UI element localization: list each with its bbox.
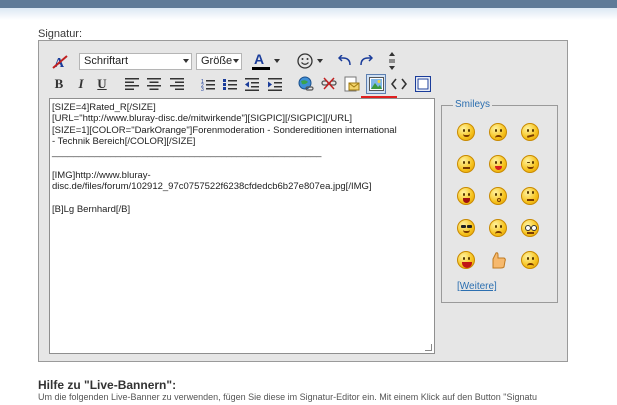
chevron-down-icon <box>183 59 189 63</box>
toggle-source-mode-button[interactable] <box>414 75 432 93</box>
align-center-button[interactable] <box>146 76 162 92</box>
unlink-icon <box>321 77 337 90</box>
smiley-cool-icon[interactable] <box>457 219 475 237</box>
align-right-icon <box>170 78 184 90</box>
top-bar <box>0 0 617 8</box>
editor-line: disc.de/files/forum/102912_97c0757522f62… <box>52 181 372 193</box>
chevron-down-icon <box>274 59 280 63</box>
svg-text:3: 3 <box>201 87 204 91</box>
image-icon <box>368 77 384 91</box>
smiley-rolleyes-icon[interactable] <box>521 187 539 205</box>
font-color-button[interactable]: A <box>250 50 272 72</box>
more-smileys-link[interactable]: [Weitere] <box>457 281 497 292</box>
ordered-list-button[interactable]: 123 <box>200 76 216 92</box>
resize-vertical-icon <box>389 52 395 70</box>
font-size-select[interactable]: Größe <box>196 53 242 70</box>
signature-text-input[interactable]: [SIZE=4]Rated_R[/SIZE] [URL="http://www.… <box>49 98 435 354</box>
redo-icon <box>360 55 373 66</box>
font-color-icon: A <box>252 51 270 70</box>
align-right-button[interactable] <box>169 76 185 92</box>
redo-button[interactable] <box>357 53 375 69</box>
email-icon <box>344 76 360 92</box>
outdent-button[interactable] <box>244 76 260 92</box>
font-family-select[interactable]: Schriftart <box>79 53 192 70</box>
smiley-crying-icon[interactable] <box>489 219 507 237</box>
unordered-list-button[interactable] <box>222 76 238 92</box>
chevron-down-icon <box>233 59 239 63</box>
align-center-icon <box>147 78 161 90</box>
font-family-value: Schriftart <box>84 55 129 67</box>
italic-label: I <box>78 76 84 91</box>
thumbs-up-icon[interactable] <box>489 251 507 269</box>
smiley-neutral-icon[interactable] <box>457 155 475 173</box>
source-mode-icon <box>415 76 431 92</box>
font-size-value: Größe <box>201 55 233 67</box>
signature-label: Signatur: <box>38 28 83 40</box>
align-left-icon <box>125 78 139 90</box>
remove-link-button[interactable] <box>320 75 338 93</box>
underline-label: U <box>97 76 107 91</box>
resize-editor-button[interactable] <box>385 50 399 72</box>
smileys-panel: Smileys [Weitere] <box>441 99 558 303</box>
smiley-worried-icon[interactable] <box>521 251 539 269</box>
resize-handle[interactable] <box>425 344 432 351</box>
editor-line: [B]Lg Bernhard[/B] <box>52 203 131 215</box>
smiley-sad-icon[interactable] <box>489 123 507 141</box>
indent-icon <box>268 77 282 91</box>
bold-button[interactable]: B <box>51 76 67 92</box>
editor-line: [IMG]http://www.bluray- <box>52 169 151 181</box>
top-bar-gradient <box>0 8 617 20</box>
smiley-wink-icon[interactable] <box>521 155 539 173</box>
insert-link-button[interactable] <box>297 75 315 93</box>
bold-label: B <box>54 76 64 91</box>
insert-code-button[interactable] <box>389 76 409 92</box>
undo-button[interactable] <box>336 53 354 69</box>
smiley-picker-button[interactable] <box>295 52 315 70</box>
editor-line: [URL="http://www.bluray-disc.de/mitwirke… <box>52 113 353 125</box>
remove-format-button[interactable]: A <box>51 53 69 69</box>
code-icon <box>391 78 407 90</box>
smiley-picker-dropdown[interactable] <box>315 55 325 67</box>
undo-icon <box>338 55 351 66</box>
outdent-icon <box>245 77 259 91</box>
align-left-button[interactable] <box>124 76 140 92</box>
help-text: Um die folgenden Live-Banner zu verwende… <box>38 392 537 402</box>
smiley-happy-icon[interactable] <box>457 123 475 141</box>
insert-image-button[interactable] <box>366 74 386 94</box>
editor-line: - Technik Bereich[/COLOR][/SIZE] <box>52 135 196 147</box>
signature-editor: A Schriftart Größe A <box>38 40 568 362</box>
smiley-icon <box>297 53 313 69</box>
smiley-eek-icon[interactable] <box>521 219 539 237</box>
remove-format-icon: A <box>52 54 68 69</box>
smiley-grin-icon[interactable] <box>457 187 475 205</box>
indent-button[interactable] <box>267 76 283 92</box>
help-title: Hilfe zu "Live-Bannern": <box>38 378 177 392</box>
insert-email-button[interactable] <box>343 75 361 93</box>
link-globe-icon <box>298 76 314 91</box>
smiley-surprised-icon[interactable] <box>489 187 507 205</box>
editor-line: ________________________________________… <box>52 147 322 159</box>
font-color-dropdown[interactable] <box>272 55 282 67</box>
font-color-letter: A <box>254 51 264 67</box>
editor-line: [SIZE=4]Rated_R[/SIZE] <box>52 102 156 113</box>
smiley-confused-icon[interactable] <box>521 123 539 141</box>
ordered-list-icon: 123 <box>201 79 215 91</box>
editor-line: [SIZE=1][COLOR="DarkOrange"]Forenmoderat… <box>52 124 397 136</box>
smileys-legend: Smileys <box>453 99 493 110</box>
smiley-tongue-icon[interactable] <box>489 155 507 173</box>
chevron-down-icon <box>317 59 323 63</box>
italic-button[interactable]: I <box>73 76 89 92</box>
underline-button[interactable]: U <box>94 76 110 92</box>
unordered-list-icon <box>223 78 237 90</box>
smiley-laugh-icon[interactable] <box>457 251 475 269</box>
